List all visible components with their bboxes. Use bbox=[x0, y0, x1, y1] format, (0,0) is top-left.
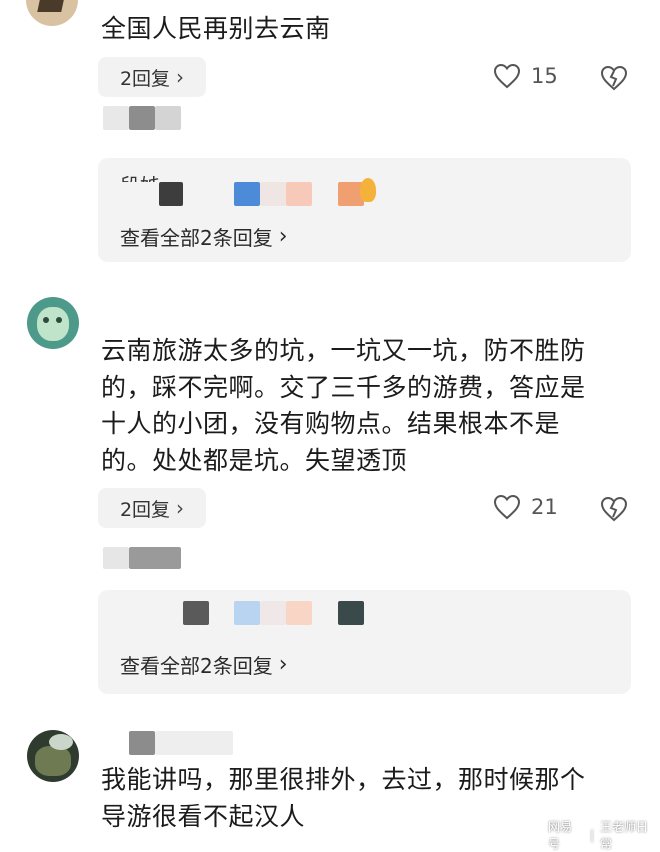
comment-text: 全国人民再别去云南 bbox=[101, 14, 331, 43]
blurred-block bbox=[159, 182, 183, 206]
view-all-replies-label: 查看全部2条回复 bbox=[120, 226, 273, 250]
watermark: 网易号 | 王老师日常 bbox=[548, 818, 660, 852]
reply-author-partial: 段姊 bbox=[120, 170, 160, 182]
reply-count-label: 2回复 bbox=[119, 498, 171, 521]
avatar[interactable] bbox=[27, 297, 79, 349]
blurred-block bbox=[234, 182, 260, 206]
heart-outline-icon bbox=[493, 63, 521, 89]
blurred-name bbox=[155, 731, 233, 755]
comment-line: 的，踩不完啊。交了三千多的游费，答应是 bbox=[101, 372, 586, 402]
comment-line: 云南旅游太多的坑，一坑又一坑，防不胜防 bbox=[101, 336, 586, 365]
view-all-replies-label: 查看全部2条回复 bbox=[120, 654, 273, 678]
chevron-right-icon: › bbox=[176, 65, 185, 89]
blurred-block bbox=[260, 182, 286, 206]
heart-outline-icon bbox=[493, 494, 521, 520]
reply-count-button[interactable]: 2回复 › bbox=[98, 488, 206, 528]
blurred-name bbox=[129, 731, 155, 755]
comment-line: 的。处处都是坑。失望透顶 bbox=[101, 445, 408, 475]
like-count: 15 bbox=[531, 64, 558, 88]
like-button[interactable]: 21 bbox=[493, 494, 558, 520]
avatar[interactable] bbox=[26, 0, 78, 26]
blurred-block bbox=[286, 182, 312, 206]
comment-line: 导游很看不起汉人 bbox=[101, 801, 306, 831]
watermark-author: 王老师日常 bbox=[600, 820, 649, 851]
fire-emoji-icon bbox=[360, 178, 376, 202]
view-all-replies-link[interactable]: 查看全部2条回复 › bbox=[120, 222, 288, 251]
reply-count-label: 2回复 bbox=[119, 67, 171, 90]
blurred-block bbox=[183, 601, 209, 625]
chevron-right-icon: › bbox=[176, 496, 185, 520]
like-button[interactable]: 15 bbox=[493, 63, 558, 89]
avatar[interactable] bbox=[27, 730, 79, 782]
comment-line: 十人的小团，没有购物点。结果根本不是 bbox=[101, 409, 561, 438]
comment-line: 我能讲吗，那里很排外，去过，那时候那个 bbox=[101, 765, 586, 794]
watermark-site: 网易号 bbox=[548, 820, 573, 851]
broken-heart-icon[interactable] bbox=[600, 496, 628, 522]
broken-heart-icon[interactable] bbox=[600, 65, 628, 91]
comment-text: 我能讲吗，那里很排外，去过，那时候那个 导游很看不起汉人 bbox=[101, 762, 586, 835]
blurred-block bbox=[260, 601, 286, 625]
blurred-name bbox=[129, 106, 155, 130]
view-all-replies-link[interactable]: 查看全部2条回复 › bbox=[120, 650, 288, 679]
reply-count-button[interactable]: 2回复 › bbox=[98, 57, 206, 97]
watermark-divider: | bbox=[589, 828, 595, 842]
like-count: 21 bbox=[531, 495, 558, 519]
chevron-right-icon: › bbox=[278, 652, 288, 677]
blurred-name bbox=[129, 547, 181, 569]
chevron-right-icon: › bbox=[278, 224, 288, 249]
blurred-name bbox=[103, 547, 129, 569]
blurred-block bbox=[234, 601, 260, 625]
blurred-block bbox=[338, 601, 364, 625]
blurred-name bbox=[155, 106, 181, 130]
comment-text: 云南旅游太多的坑，一坑又一坑，防不胜防 的，踩不完啊。交了三千多的游费，答应是 … bbox=[101, 333, 586, 479]
blurred-name bbox=[103, 106, 129, 130]
blurred-block bbox=[286, 601, 312, 625]
